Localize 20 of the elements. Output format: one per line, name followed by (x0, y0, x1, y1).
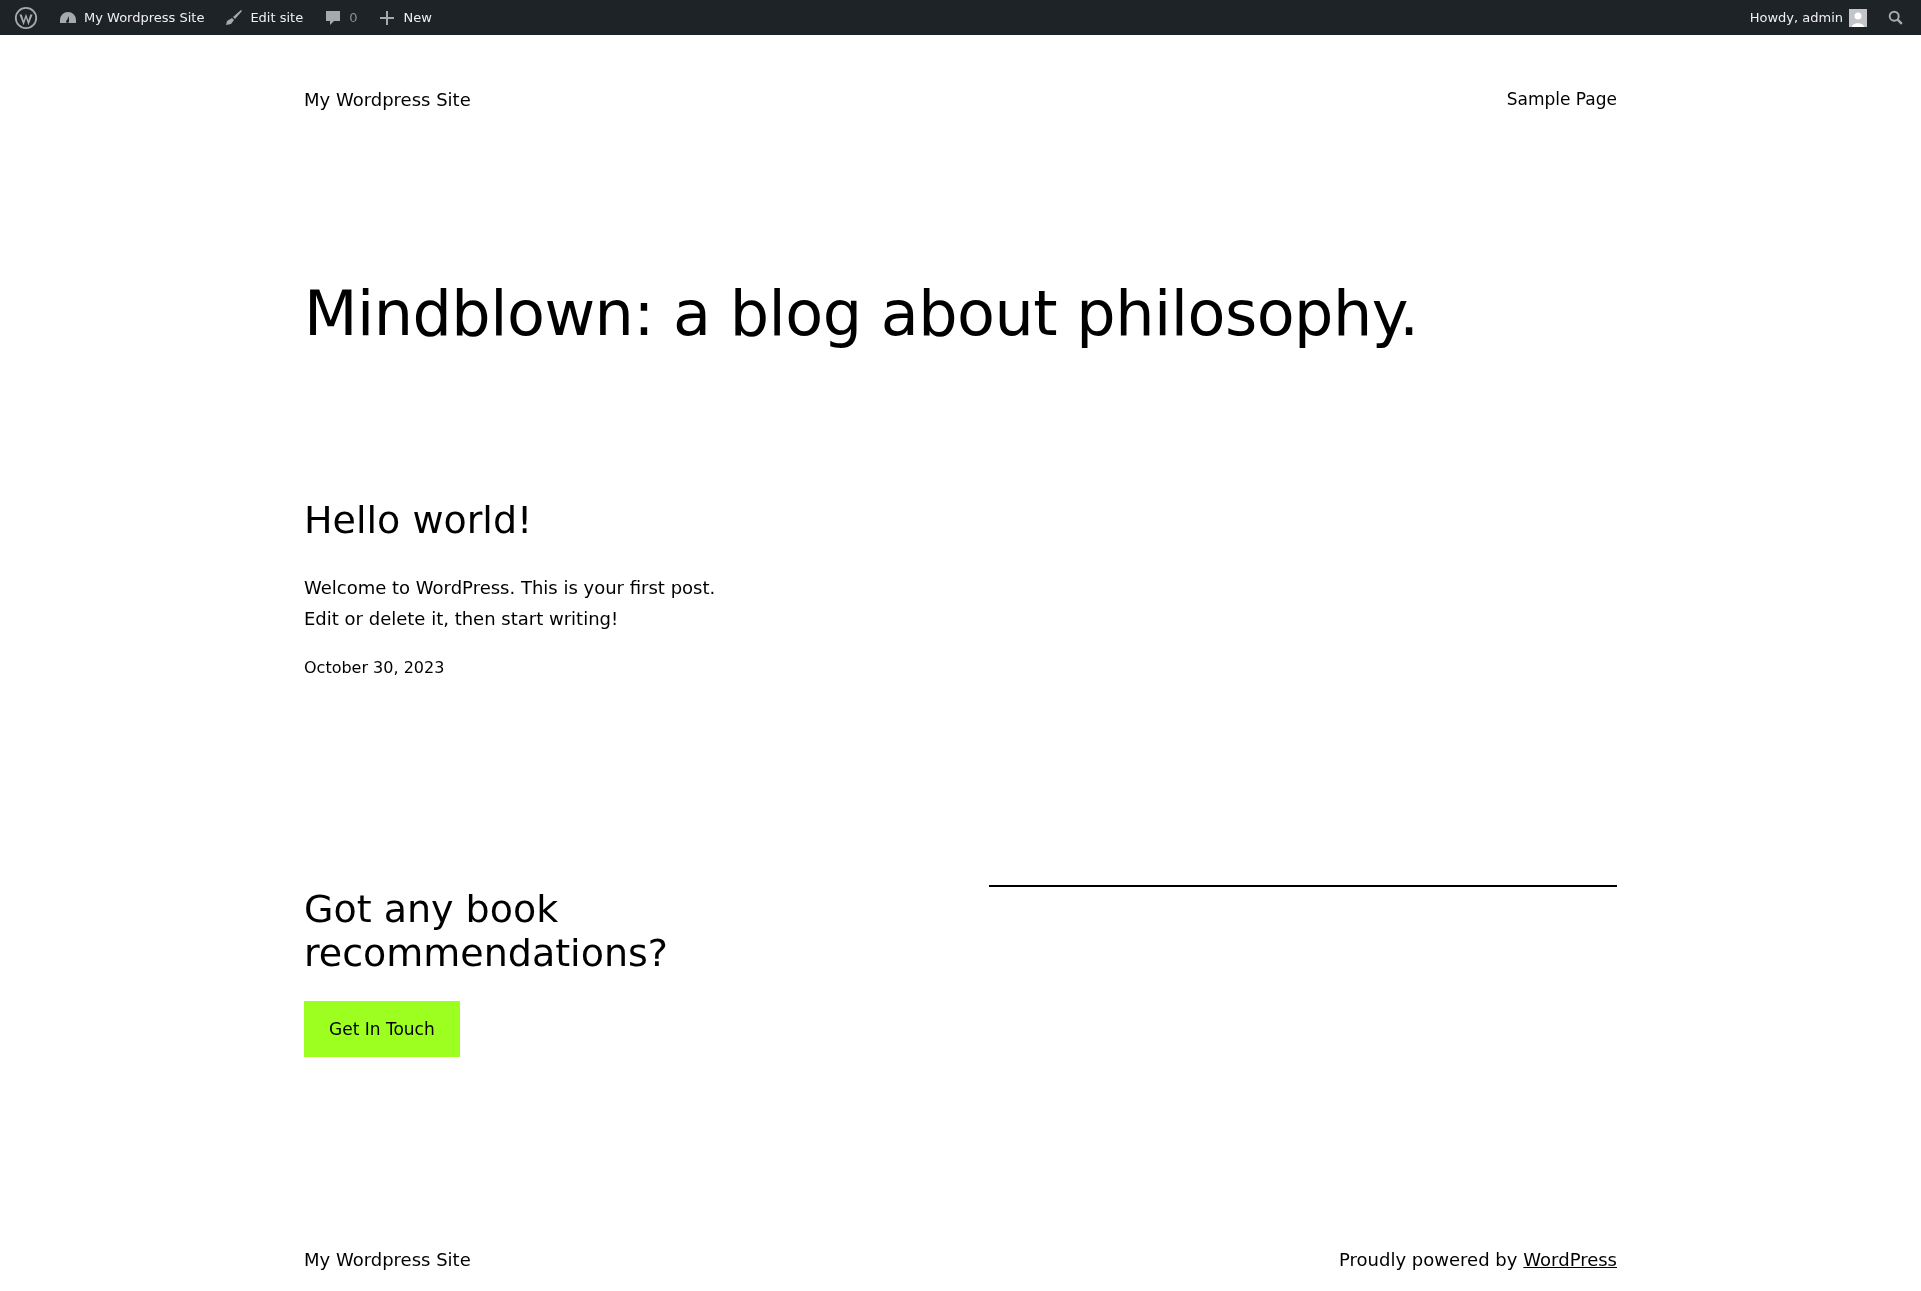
comments-link[interactable]: 0 (315, 0, 366, 35)
edit-site-link[interactable]: Edit site (216, 0, 312, 35)
get-in-touch-button[interactable]: Get In Touch (304, 1001, 460, 1057)
new-link[interactable]: New (369, 0, 440, 35)
brush-icon (224, 7, 245, 28)
wordpress-logo-icon (14, 5, 38, 30)
site-link[interactable]: My Wordpress Site (50, 0, 213, 35)
cta-heading: Got any book recommendations? (304, 887, 669, 975)
site-title[interactable]: My Wordpress Site (304, 89, 471, 110)
page-heading: Mindblown: a blog about philosophy. (304, 277, 1420, 350)
nav-link[interactable]: Sample Page (1506, 89, 1617, 109)
footer-site-title: My Wordpress Site (304, 1249, 471, 1270)
avatar-icon (1849, 8, 1867, 27)
post-title[interactable]: Hello world! (304, 498, 1617, 542)
footer-credit: Proudly powered by (1339, 1249, 1518, 1270)
wordpress-link[interactable]: WordPress (1523, 1249, 1617, 1270)
post-excerpt: Welcome to WordPress. This is your first post. Edit or delete it, then start writing! (304, 576, 717, 631)
search-icon (1887, 8, 1905, 27)
post-date: October 30, 2023 (304, 658, 446, 677)
account-link[interactable]: Howdy, admin (1741, 0, 1875, 35)
